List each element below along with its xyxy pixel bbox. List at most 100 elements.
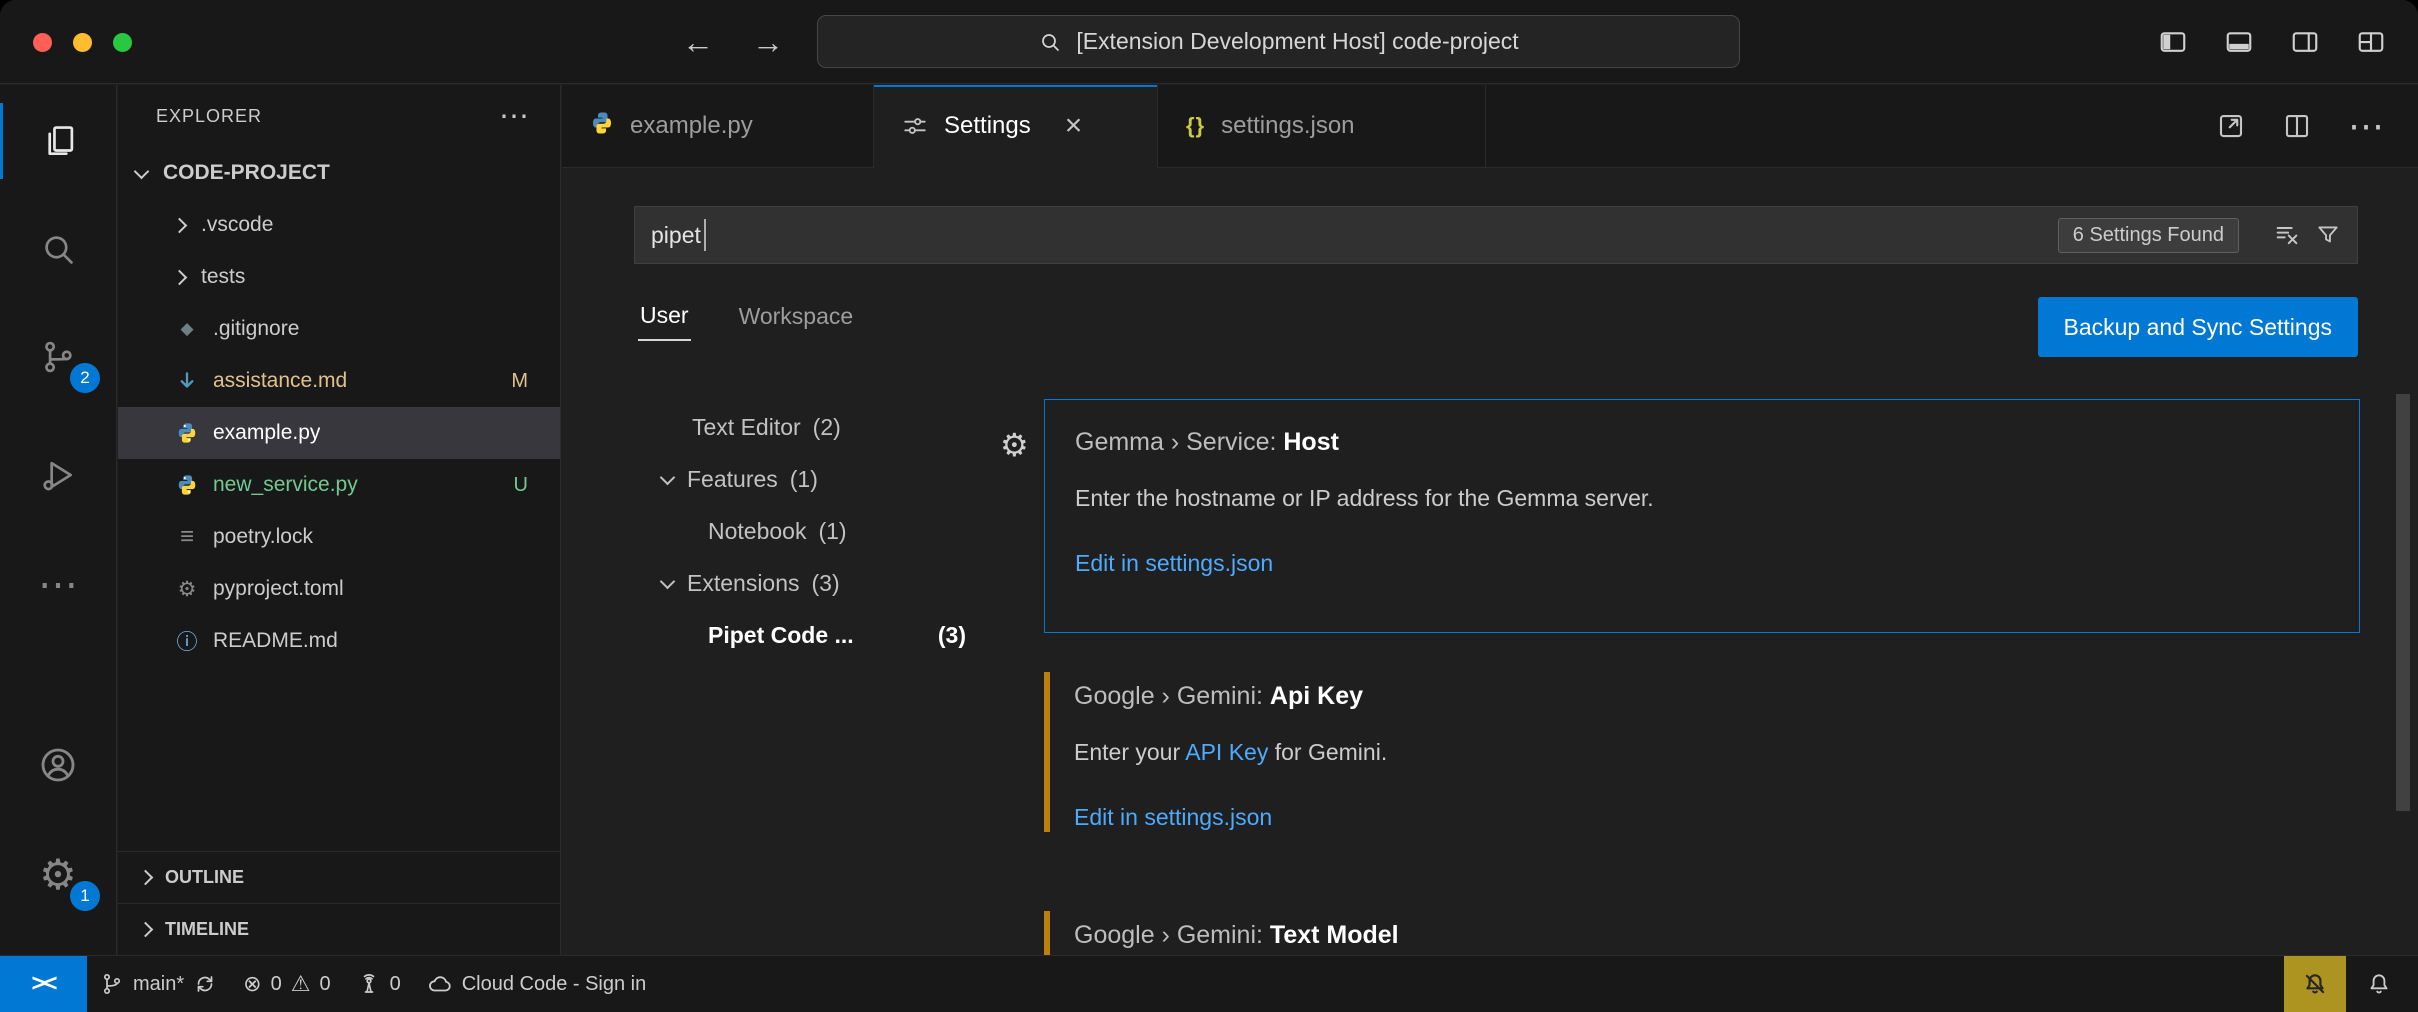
file-label: assistance.md [213,369,347,393]
setting-actions-gear-icon[interactable]: ⚙ [1000,426,1029,464]
toml-gear-icon: ⚙ [174,577,200,602]
activity-settings-gear-icon[interactable]: ⚙ 1 [0,837,116,913]
command-center-search[interactable]: [Extension Development Host] code-projec… [817,15,1740,68]
tab-label: settings.json [1221,112,1354,140]
warnings-icon: ⚠ [291,973,311,995]
timeline-section-header[interactable]: TIMELINE [118,903,560,955]
activity-source-control-icon[interactable]: 2 [0,319,116,395]
outline-section-header[interactable]: OUTLINE [118,851,560,903]
chevron-right-icon [172,269,188,285]
setting-gemma-service-host[interactable]: Gemma › Service: Host Enter the hostname… [1044,399,2360,633]
api-key-link[interactable]: API Key [1185,739,1268,765]
lock-file-icon: ≡ [174,523,200,551]
setting-description: Enter your API Key for Gemini. [1074,739,2330,766]
tree-item-new-service-py[interactable]: new_service.py U [118,459,560,511]
explorer-more-actions-icon[interactable]: ⋯ [499,99,530,134]
tab-settings-json[interactable]: {} settings.json [1158,85,1486,168]
navigate-forward-icon[interactable]: → [752,24,784,61]
tree-item-assistance-md[interactable]: assistance.md M [118,355,560,407]
tree-item-poetry-lock[interactable]: ≡ poetry.lock [118,511,560,563]
git-untracked-badge: U [514,474,528,497]
toc-label: Extensions [687,570,800,597]
setting-google-gemini-text-model[interactable]: Google › Gemini: Text Model [1044,903,2360,955]
file-label: .gitignore [213,317,299,341]
close-window-button[interactable] [33,33,52,52]
cloud-code-item[interactable]: Cloud Code - Sign in [414,956,660,1012]
tree-item-gitignore[interactable]: ◆ .gitignore [118,303,560,355]
scope-tab-user[interactable]: User [638,292,691,341]
settings-list: Gemma › Service: Host Enter the hostname… [1044,168,2360,955]
markdown-file-icon [174,370,200,392]
tab-label: example.py [630,112,753,140]
settings-badge: 1 [70,881,100,911]
setting-title: Google › Gemini: Text Model [1074,921,2330,950]
toc-extensions[interactable]: Extensions (3) [634,557,1006,609]
tree-item-tests[interactable]: tests [118,251,560,303]
split-editor-icon[interactable] [2282,111,2312,141]
toc-label: Text Editor [692,414,801,441]
toggle-primary-sidebar-icon[interactable] [2158,27,2188,57]
tree-item-pyproject-toml[interactable]: ⚙ pyproject.toml [118,563,560,615]
toc-features[interactable]: Features (1) [634,453,1006,505]
toc-count: (3) [812,570,840,597]
tree-root-code-project[interactable]: CODE-PROJECT [118,147,560,199]
branch-name: main* [133,973,184,996]
minimize-window-button[interactable] [73,33,92,52]
ports-item[interactable]: 0 [344,956,414,1012]
tab-label: Settings [944,112,1031,140]
tab-settings[interactable]: Settings × [874,85,1158,168]
tab-bar: example.py Settings × {} settings.json ⋯ [562,85,2418,168]
zoom-window-button[interactable] [113,33,132,52]
activity-search-icon[interactable] [0,211,116,287]
info-file-icon: ⓘ [174,626,200,656]
radio-tower-icon [357,972,381,996]
chevron-right-icon [172,217,188,233]
customize-layout-icon[interactable] [2356,27,2386,57]
python-file-icon [174,422,200,444]
toc-pipet-code[interactable]: Pipet Code ... (3) [634,609,1006,661]
git-branch-item[interactable]: main* [87,956,230,1012]
python-file-icon [590,111,614,142]
settings-scrollbar[interactable] [2396,394,2410,811]
folder-label: tests [201,265,245,289]
problems-item[interactable]: ⊗ 0 ⚠ 0 [230,956,343,1012]
close-tab-icon[interactable]: × [1065,109,1083,143]
toc-count: (1) [790,466,818,493]
explorer-sidebar: EXPLORER ⋯ CODE-PROJECT .vscode tests ◆ … [118,85,561,955]
activity-accounts-icon[interactable] [0,727,116,803]
setting-description: Enter the hostname or IP address for the… [1075,485,2329,512]
tree-item-example-py[interactable]: example.py [118,407,560,459]
do-not-disturb-item[interactable] [2284,956,2346,1012]
remote-indicator[interactable]: >< [0,956,87,1012]
tree-item-readme-md[interactable]: ⓘ README.md [118,615,560,667]
navigate-back-icon[interactable]: ← [682,24,714,61]
text-caret [704,219,706,251]
toc-count: (2) [813,414,841,441]
notifications-bell-icon[interactable] [2346,956,2412,1012]
open-settings-json-icon[interactable] [2216,111,2246,141]
editor-more-actions-icon[interactable]: ⋯ [2348,105,2384,147]
settings-editor: pipet 6 Settings Found User Workspace Ba… [562,168,2418,955]
activity-run-debug-icon[interactable] [0,437,116,513]
vscode-window: ← → [Extension Development Host] code-pr… [0,0,2418,1012]
setting-google-gemini-api-key[interactable]: Google › Gemini: Api Key Enter your API … [1044,664,2360,840]
branch-icon [100,972,124,996]
activity-explorer-icon[interactable] [0,103,116,179]
toggle-secondary-sidebar-icon[interactable] [2290,27,2320,57]
chevron-down-icon [660,573,676,589]
file-label: new_service.py [213,473,358,497]
toggle-panel-icon[interactable] [2224,27,2254,57]
chevron-right-icon [138,922,154,938]
file-label: pyproject.toml [213,577,344,601]
activity-more-icon[interactable]: ⋯ [0,547,116,623]
tree-item-vscode[interactable]: .vscode [118,199,560,251]
file-label: example.py [213,421,320,445]
toc-text-editor[interactable]: Text Editor (2) [634,401,1006,453]
tab-example-py[interactable]: example.py [562,85,874,168]
scope-tab-workspace[interactable]: Workspace [737,293,856,340]
edit-in-settings-json-link[interactable]: Edit in settings.json [1074,804,2330,831]
toc-notebook[interactable]: Notebook (1) [634,505,1006,557]
cloud-icon [427,971,453,997]
edit-in-settings-json-link[interactable]: Edit in settings.json [1075,550,2329,577]
chevron-down-icon [134,163,150,179]
